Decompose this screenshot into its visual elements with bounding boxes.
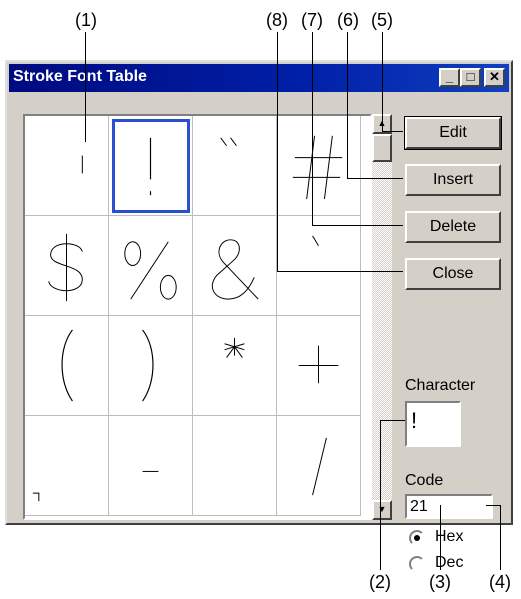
insert-button[interactable]: Insert [405, 164, 501, 196]
leader-line-4 [500, 505, 501, 570]
stroke-font-table-window: Stroke Font Table _ □ ✕ ▼ Edit Insert De… [5, 60, 513, 572]
edit-button[interactable]: Edit [404, 116, 502, 150]
character-grid [23, 114, 372, 520]
vertical-scrollbar[interactable]: ▲ ▼ [372, 114, 392, 520]
callout-8: (8) [266, 10, 288, 30]
radio-selected-dot [414, 535, 420, 541]
character-preview: ! [405, 401, 461, 447]
grid-cell-quote[interactable] [193, 116, 277, 216]
grid-cell-space[interactable] [25, 116, 109, 216]
grid-cell-left-paren[interactable] [25, 316, 109, 416]
callout-4: (4) [489, 572, 511, 592]
grid-cell-hash[interactable] [277, 116, 361, 216]
grid-cell-comma[interactable] [25, 416, 109, 516]
leader-line-5 [382, 32, 383, 132]
grid-cell-slash[interactable] [277, 416, 361, 516]
callout-5: (5) [371, 10, 393, 30]
grid-cell-asterisk[interactable] [193, 316, 277, 416]
grid-cell-ampersand[interactable] [193, 216, 277, 316]
title-bar[interactable]: Stroke Font Table _ □ ✕ [9, 64, 509, 92]
character-label: Character [405, 377, 476, 394]
leader-line-7-h [312, 225, 403, 226]
grid-cell-percent[interactable] [109, 216, 193, 316]
leader-line-6-h [347, 178, 403, 179]
dec-radio[interactable] [409, 556, 425, 572]
leader-line-6 [347, 32, 348, 179]
grid-cell-hyphen[interactable] [109, 416, 193, 516]
grid-cell-dollar[interactable] [25, 216, 109, 316]
callout-3: (3) [429, 572, 451, 592]
grid-cell-period[interactable] [193, 416, 277, 516]
grid-cell-exclamation[interactable] [109, 116, 193, 216]
code-label: Code [405, 472, 444, 489]
leader-line-2-h [380, 420, 405, 421]
minimize-button[interactable]: _ [439, 68, 460, 87]
leader-line-4-h [486, 505, 501, 506]
callout-2: (2) [369, 572, 391, 592]
leader-line-2 [380, 420, 381, 570]
leader-line-8 [277, 32, 278, 272]
close-button[interactable]: Close [405, 258, 501, 290]
grid-cell-apostrophe[interactable] [277, 216, 361, 316]
scrollbar-thumb[interactable] [372, 134, 392, 162]
delete-button[interactable]: Delete [405, 211, 501, 243]
scroll-down-arrow-icon[interactable]: ▼ [372, 500, 392, 520]
grid-cell-plus[interactable] [277, 316, 361, 416]
leader-line-1 [85, 32, 86, 142]
maximize-button[interactable]: □ [460, 68, 481, 87]
grid-cell-right-paren[interactable] [109, 316, 193, 416]
leader-line-5-h [382, 131, 403, 132]
hex-radio[interactable] [409, 530, 425, 546]
callout-7: (7) [301, 10, 323, 30]
leader-line-3 [440, 505, 441, 570]
close-window-button[interactable]: ✕ [484, 68, 505, 87]
leader-line-8-h [277, 271, 403, 272]
window-title: Stroke Font Table [13, 68, 147, 85]
leader-line-7 [312, 32, 313, 226]
callout-1: (1) [75, 10, 97, 30]
code-field[interactable]: 21 [405, 494, 493, 519]
